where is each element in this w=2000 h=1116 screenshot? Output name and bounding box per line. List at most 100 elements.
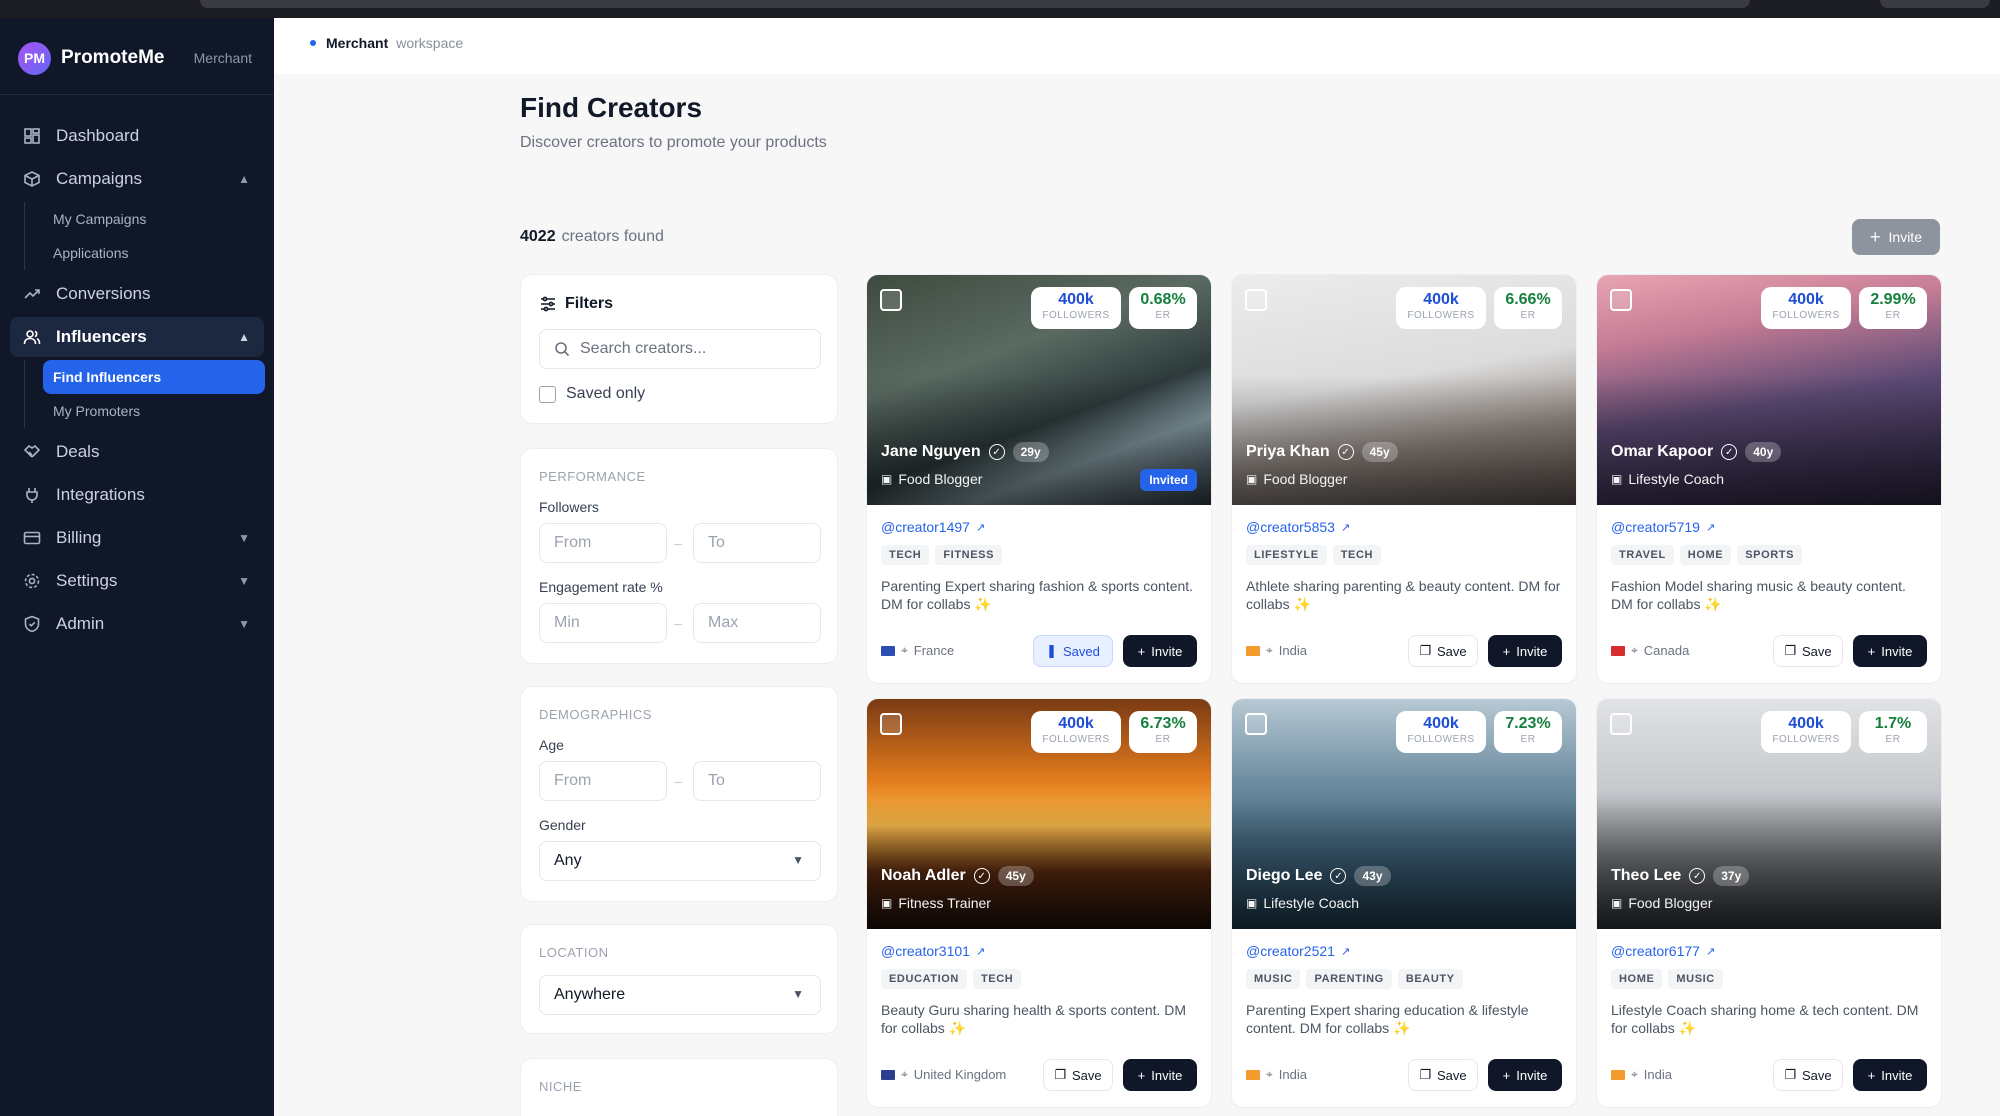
select-checkbox[interactable] <box>1245 713 1267 735</box>
plus-icon: + <box>1870 226 1881 247</box>
nav-sub-applications[interactable]: Applications <box>43 236 264 270</box>
creator-name[interactable]: Omar Kapoor ✓ 40y <box>1611 442 1782 462</box>
browser-toolbar <box>1880 0 1990 8</box>
invite-button[interactable]: + Invite <box>1853 635 1927 667</box>
bulk-invite-button[interactable]: + Invite <box>1852 219 1940 255</box>
invite-button[interactable]: + Invite <box>1123 635 1197 667</box>
nav-item-integrations[interactable]: Integrations <box>10 475 264 515</box>
gender-select[interactable]: Any ▼ <box>539 841 821 881</box>
creator-name[interactable]: Noah Adler ✓ 45y <box>881 866 1034 886</box>
invite-button[interactable]: + Invite <box>1123 1059 1197 1091</box>
creator-type-text: Lifestyle Coach <box>1263 895 1360 911</box>
save-button[interactable]: ❐ Save <box>1773 1059 1843 1091</box>
country-name: India <box>1643 1067 1672 1082</box>
search-input[interactable]: Search creators... <box>539 329 821 369</box>
select-checkbox[interactable] <box>1245 289 1267 311</box>
select-checkbox[interactable] <box>880 289 902 311</box>
creator-name[interactable]: Priya Khan ✓ 45y <box>1246 442 1398 462</box>
save-button[interactable]: ❐ Save <box>1043 1059 1113 1091</box>
external-link-icon: ↗ <box>1705 521 1716 534</box>
age-label: Age <box>539 737 564 753</box>
creator-location: ⌖ Canada <box>1611 643 1689 658</box>
select-checkbox[interactable] <box>1610 289 1632 311</box>
engagement-max-input[interactable]: Max <box>693 603 821 643</box>
map-pin-icon: ⌖ <box>1631 643 1638 657</box>
save-label: Save <box>1437 643 1467 659</box>
creator-card[interactable]: 1.7% ER 400k FOLLOWERS Theo Lee ✓ 37y ▣ Food Blo… <box>1596 698 1942 1108</box>
creator-bio: Parenting Expert sharing education & lif… <box>1246 1002 1529 1036</box>
age-to-input[interactable]: To <box>693 761 821 801</box>
workspace-breadcrumb: Merchant workspace <box>310 35 463 51</box>
country-flag-icon <box>881 1069 895 1080</box>
creator-handle-link[interactable]: @creator2521 ↗ <box>1246 943 1350 959</box>
creator-type-text: Food Blogger <box>898 471 983 487</box>
followers-from-input[interactable]: From <box>539 523 667 563</box>
creator-card[interactable]: 2.99% ER 400k FOLLOWERS Omar Kapoor ✓ 40y ▣ Life… <box>1596 274 1942 684</box>
browser-address-bar <box>200 0 1750 8</box>
brand[interactable]: PM PromoteMe Merchant <box>18 40 258 76</box>
creator-name[interactable]: Jane Nguyen ✓ 29y <box>881 442 1049 462</box>
nav-item-influencers[interactable]: Influencers ▲ <box>10 317 264 357</box>
creator-handle-link[interactable]: @creator1497 ↗ <box>881 519 985 535</box>
nav-item-deals[interactable]: Deals <box>10 432 264 472</box>
handle-text: @creator2521 <box>1246 943 1335 959</box>
creator-card[interactable]: 7.23% ER 400k FOLLOWERS Diego Lee ✓ 43y ▣ Lifest… <box>1231 698 1577 1108</box>
external-link-icon: ↗ <box>1340 521 1351 534</box>
saved-button[interactable]: ❚ Saved <box>1033 635 1113 667</box>
nav-item-settings[interactable]: Settings ▼ <box>10 561 264 601</box>
age-from-input[interactable]: From <box>539 761 667 801</box>
country-name: Canada <box>1643 643 1690 658</box>
niche-tag: HOME <box>1611 969 1663 989</box>
creator-card[interactable]: 0.68% ER 400k FOLLOWERS Jane Nguyen ✓ 29y ▣ Food… <box>866 274 1212 684</box>
nav-item-dashboard[interactable]: Dashboard <box>10 116 264 156</box>
nav-sub-find-influencers[interactable]: Find Influencers <box>43 360 265 394</box>
page-subtitle: Discover creators to promote your produc… <box>520 134 827 151</box>
nav-sub-my-campaigns[interactable]: My Campaigns <box>43 202 264 236</box>
nav-item-admin[interactable]: Admin ▼ <box>10 604 264 644</box>
verified-icon: ✓ <box>988 444 1005 460</box>
save-button[interactable]: ❐ Save <box>1408 635 1478 667</box>
followers-value: 400k <box>1423 291 1459 308</box>
browser-top-strip <box>0 0 2000 18</box>
nav-sub-my-promoters[interactable]: My Promoters <box>43 394 264 428</box>
nav-item-conversions[interactable]: Conversions <box>10 274 264 314</box>
er-stat: 0.68% ER <box>1129 287 1197 329</box>
nav-item-billing[interactable]: Billing ▼ <box>10 518 264 558</box>
invite-button[interactable]: + Invite <box>1488 635 1562 667</box>
followers-value: 400k <box>1788 715 1824 732</box>
plus-icon: + <box>1137 1067 1146 1083</box>
creator-type-text: Lifestyle Coach <box>1628 471 1725 487</box>
followers-to-input[interactable]: To <box>693 523 821 563</box>
save-button[interactable]: ❐ Save <box>1408 1059 1478 1091</box>
creator-handle-link[interactable]: @creator6177 ↗ <box>1611 943 1715 959</box>
select-checkbox[interactable] <box>1610 713 1632 735</box>
creator-handle-link[interactable]: @creator3101 ↗ <box>881 943 985 959</box>
nav-item-campaigns[interactable]: Campaigns ▲ <box>10 159 264 199</box>
creator-handle-link[interactable]: @creator5719 ↗ <box>1611 519 1715 535</box>
creator-type: ▣ Food Blogger <box>1246 471 1347 487</box>
invite-label: Invite <box>1516 1067 1548 1083</box>
creator-name[interactable]: Diego Lee ✓ 43y <box>1246 866 1391 886</box>
verified-icon: ✓ <box>1721 444 1738 460</box>
invite-label: Invite <box>1151 643 1183 659</box>
invite-button[interactable]: + Invite <box>1853 1059 1927 1091</box>
result-count-number: 4022 <box>520 228 556 245</box>
country-name: India <box>1278 643 1307 658</box>
creator-handle-link[interactable]: @creator5853 ↗ <box>1246 519 1350 535</box>
engagement-min-input[interactable]: Min <box>539 603 667 643</box>
niche-heading: NICHE <box>539 1079 582 1094</box>
save-button[interactable]: ❐ Save <box>1773 635 1843 667</box>
invite-label: Invite <box>1516 643 1548 659</box>
creator-name-text: Priya Khan <box>1246 443 1330 460</box>
result-count: 4022 creators found <box>520 228 664 246</box>
map-pin-icon: ⌖ <box>1631 1067 1638 1081</box>
creator-card[interactable]: 6.73% ER 400k FOLLOWERS Noah Adler ✓ 45y ▣ Fitne… <box>866 698 1212 1108</box>
influencers-submenu: Find Influencers My Promoters <box>24 360 265 428</box>
location-select[interactable]: Anywhere ▼ <box>539 975 821 1015</box>
creator-name[interactable]: Theo Lee ✓ 37y <box>1611 866 1750 886</box>
saved-only-checkbox[interactable]: Saved only <box>539 385 645 403</box>
invite-button[interactable]: + Invite <box>1488 1059 1562 1091</box>
creator-card[interactable]: 6.66% ER 400k FOLLOWERS Priya Khan ✓ 45y ▣ Food … <box>1231 274 1577 684</box>
select-checkbox[interactable] <box>880 713 902 735</box>
creator-location: ⌖ India <box>1611 1067 1672 1082</box>
